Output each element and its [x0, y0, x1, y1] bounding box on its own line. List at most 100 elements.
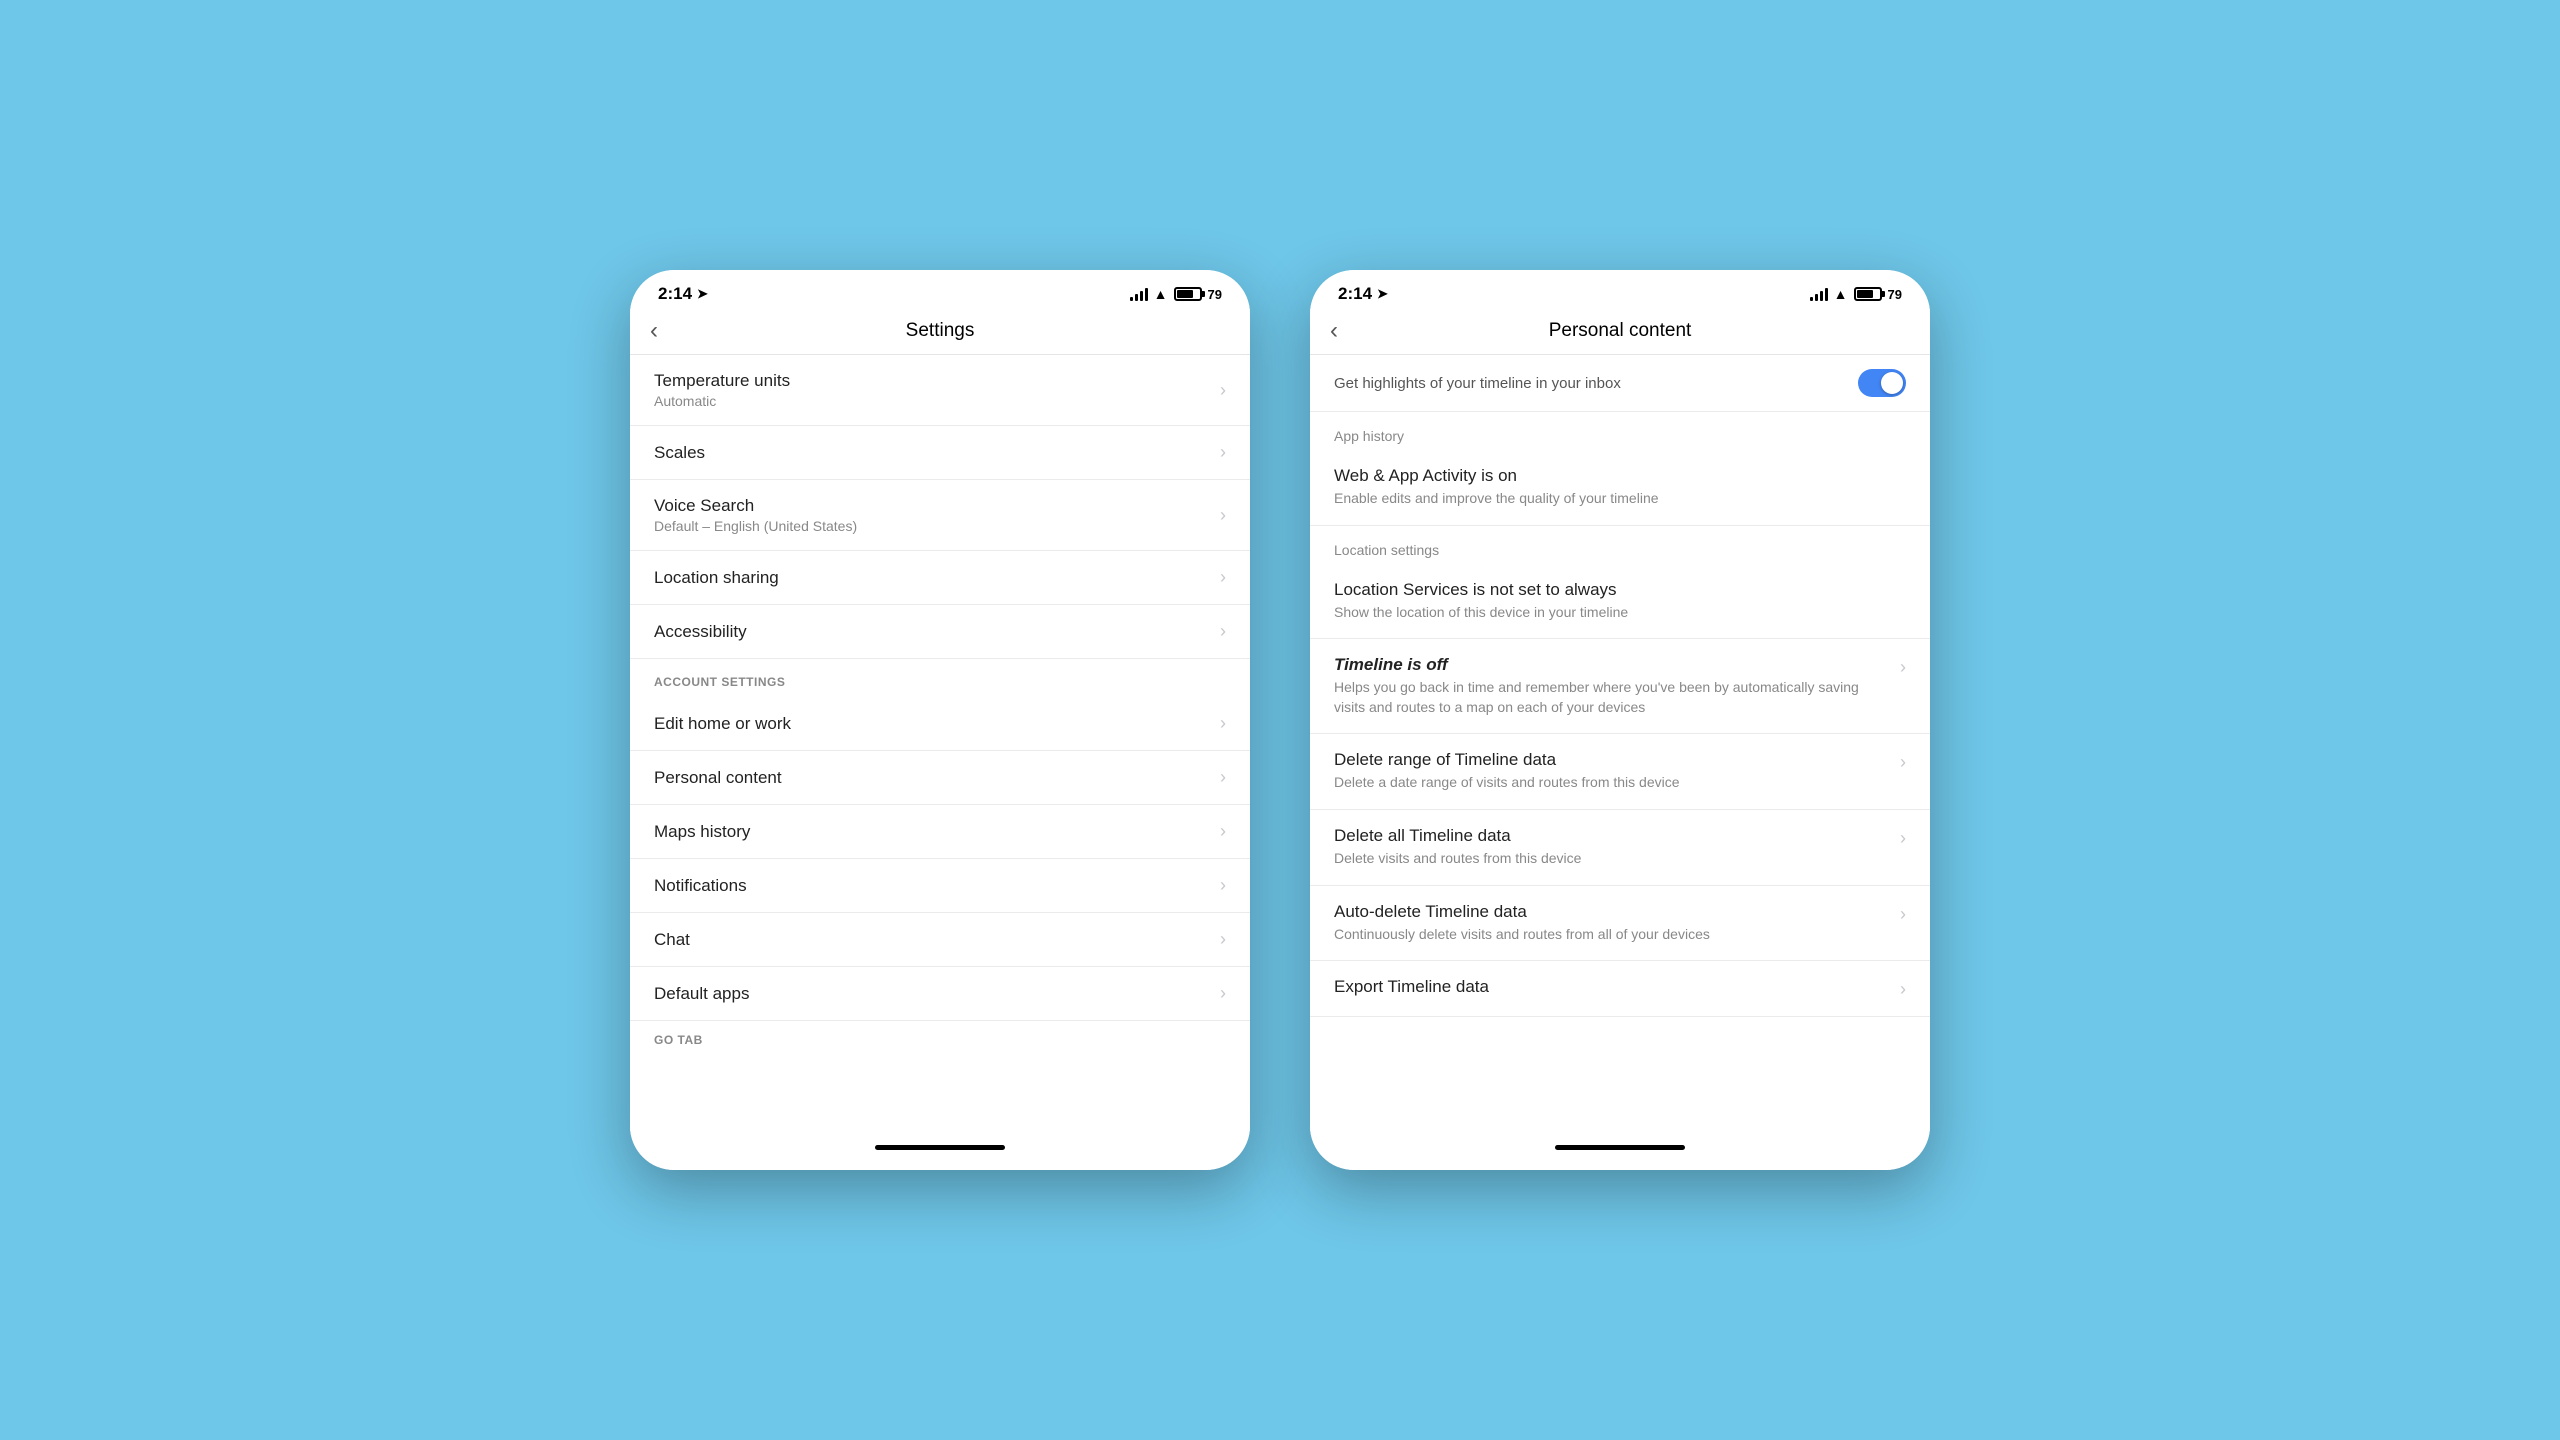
settings-item-temperature-content: Temperature units Automatic [654, 371, 1212, 409]
settings-item-notifications[interactable]: Notifications › [630, 859, 1250, 913]
settings-item-default-title: Default apps [654, 984, 1212, 1004]
signal-bar-3 [1140, 291, 1143, 301]
chevron-scales: › [1220, 442, 1226, 463]
signal-bar-2-3 [1820, 291, 1823, 301]
phones-container: 2:14 ➤ ▲ 79 ‹ Settings [630, 270, 1930, 1170]
app-history-label: App history [1310, 412, 1930, 450]
signal-bar-2-1 [1810, 297, 1813, 301]
time-display-1: 2:14 [658, 284, 692, 304]
timeline-off-item[interactable]: Timeline is off Helps you go back in tim… [1310, 639, 1930, 734]
chevron-export: › [1900, 977, 1906, 1000]
delete-range-content: Delete range of Timeline data Delete a d… [1334, 750, 1892, 793]
auto-delete-content: Auto-delete Timeline data Continuously d… [1334, 902, 1892, 945]
settings-item-accessibility-title: Accessibility [654, 622, 1212, 642]
bottom-bar-2 [1310, 1135, 1930, 1170]
time-display-2: 2:14 [1338, 284, 1372, 304]
back-button-2[interactable]: ‹ [1330, 317, 1338, 345]
settings-item-voice-title: Voice Search [654, 496, 1212, 516]
location-arrow-icon-1: ➤ [697, 286, 708, 302]
status-bar-2: 2:14 ➤ ▲ 79 [1310, 270, 1930, 312]
location-services-content: Location Services is not set to always S… [1334, 580, 1906, 623]
location-services-item[interactable]: Location Services is not set to always S… [1310, 564, 1930, 640]
export-timeline-item[interactable]: Export Timeline data › [1310, 961, 1930, 1017]
settings-item-scales-title: Scales [654, 443, 1212, 463]
settings-item-voice-search[interactable]: Voice Search Default – English (United S… [630, 480, 1250, 551]
settings-item-personal-content[interactable]: Personal content › [630, 751, 1250, 805]
settings-item-chat[interactable]: Chat › [630, 913, 1250, 967]
settings-item-scales-content: Scales [654, 443, 1212, 463]
settings-title: Settings [906, 320, 975, 342]
signal-bars-1 [1130, 287, 1148, 301]
back-button-1[interactable]: ‹ [650, 317, 658, 345]
timeline-off-content: Timeline is off Helps you go back in tim… [1334, 655, 1892, 717]
home-indicator-2 [1555, 1145, 1685, 1150]
location-arrow-icon-2: ➤ [1377, 286, 1388, 302]
status-bar-1: 2:14 ➤ ▲ 79 [630, 270, 1250, 312]
signal-bar-2 [1135, 294, 1138, 301]
chevron-notifications: › [1220, 875, 1226, 896]
settings-item-personal-content-content: Personal content [654, 768, 1212, 788]
web-app-activity-title: Web & App Activity is on [1334, 466, 1906, 486]
location-services-subtitle: Show the location of this device in your… [1334, 603, 1906, 623]
chevron-auto-delete: › [1900, 902, 1906, 925]
chevron-voice: › [1220, 505, 1226, 526]
chevron-delete-range: › [1900, 750, 1906, 773]
settings-item-temperature-subtitle: Automatic [654, 393, 1212, 409]
timeline-highlights-text: Get highlights of your timeline in your … [1334, 375, 1848, 392]
settings-item-temperature[interactable]: Temperature units Automatic › [630, 355, 1250, 426]
signal-bar-4 [1145, 288, 1148, 301]
settings-item-scales[interactable]: Scales › [630, 426, 1250, 480]
settings-item-location-content: Location sharing [654, 568, 1212, 588]
export-timeline-content: Export Timeline data [1334, 977, 1892, 997]
chevron-maps: › [1220, 821, 1226, 842]
settings-item-default-content: Default apps [654, 984, 1212, 1004]
web-app-activity-subtitle: Enable edits and improve the quality of … [1334, 489, 1906, 509]
settings-item-location-sharing[interactable]: Location sharing › [630, 551, 1250, 605]
web-app-activity-item[interactable]: Web & App Activity is on Enable edits an… [1310, 450, 1930, 526]
signal-bars-2 [1810, 287, 1828, 301]
settings-item-home-title: Edit home or work [654, 714, 1212, 734]
timeline-off-subtitle: Helps you go back in time and remember w… [1334, 678, 1892, 717]
settings-item-home-content: Edit home or work [654, 714, 1212, 734]
settings-item-default-apps[interactable]: Default apps › [630, 967, 1250, 1021]
settings-list[interactable]: Temperature units Automatic › Scales › V… [630, 355, 1250, 1135]
auto-delete-item[interactable]: Auto-delete Timeline data Continuously d… [1310, 886, 1930, 962]
settings-item-notifications-title: Notifications [654, 876, 1212, 896]
status-icons-2: ▲ 79 [1810, 286, 1902, 302]
personal-content-list[interactable]: Get highlights of your timeline in your … [1310, 355, 1930, 1135]
chevron-home: › [1220, 713, 1226, 734]
chevron-delete-all: › [1900, 826, 1906, 849]
settings-item-chat-title: Chat [654, 930, 1212, 950]
nav-header-2: ‹ Personal content [1310, 312, 1930, 355]
status-time-1: 2:14 ➤ [658, 284, 708, 304]
delete-all-title: Delete all Timeline data [1334, 826, 1892, 846]
chevron-temperature: › [1220, 380, 1226, 401]
settings-item-maps-history[interactable]: Maps history › [630, 805, 1250, 859]
settings-item-accessibility[interactable]: Accessibility › [630, 605, 1250, 659]
settings-item-maps-content: Maps history [654, 822, 1212, 842]
phone-settings: 2:14 ➤ ▲ 79 ‹ Settings [630, 270, 1250, 1170]
battery-percent-2: 79 [1888, 287, 1902, 302]
settings-item-home-work[interactable]: Edit home or work › [630, 697, 1250, 751]
delete-all-item[interactable]: Delete all Timeline data Delete visits a… [1310, 810, 1930, 886]
timeline-highlights-item[interactable]: Get highlights of your timeline in your … [1310, 355, 1930, 412]
export-timeline-title: Export Timeline data [1334, 977, 1892, 997]
battery-fill-2 [1857, 290, 1874, 298]
signal-bar-2-4 [1825, 288, 1828, 301]
delete-range-item[interactable]: Delete range of Timeline data Delete a d… [1310, 734, 1930, 810]
wifi-icon-2: ▲ [1834, 286, 1848, 302]
chevron-chat: › [1220, 929, 1226, 950]
chevron-timeline-off: › [1900, 655, 1906, 678]
timeline-off-title: Timeline is off [1334, 655, 1892, 675]
settings-item-accessibility-content: Accessibility [654, 622, 1212, 642]
phone-personal-content: 2:14 ➤ ▲ 79 ‹ Personal content [1310, 270, 1930, 1170]
settings-item-maps-title: Maps history [654, 822, 1212, 842]
delete-all-content: Delete all Timeline data Delete visits a… [1334, 826, 1892, 869]
delete-range-title: Delete range of Timeline data [1334, 750, 1892, 770]
chevron-location: › [1220, 567, 1226, 588]
settings-item-voice-content: Voice Search Default – English (United S… [654, 496, 1212, 534]
settings-item-chat-content: Chat [654, 930, 1212, 950]
home-indicator-1 [875, 1145, 1005, 1150]
go-tab-label: GO TAB [654, 1033, 1226, 1047]
timeline-highlights-toggle[interactable] [1858, 369, 1906, 397]
